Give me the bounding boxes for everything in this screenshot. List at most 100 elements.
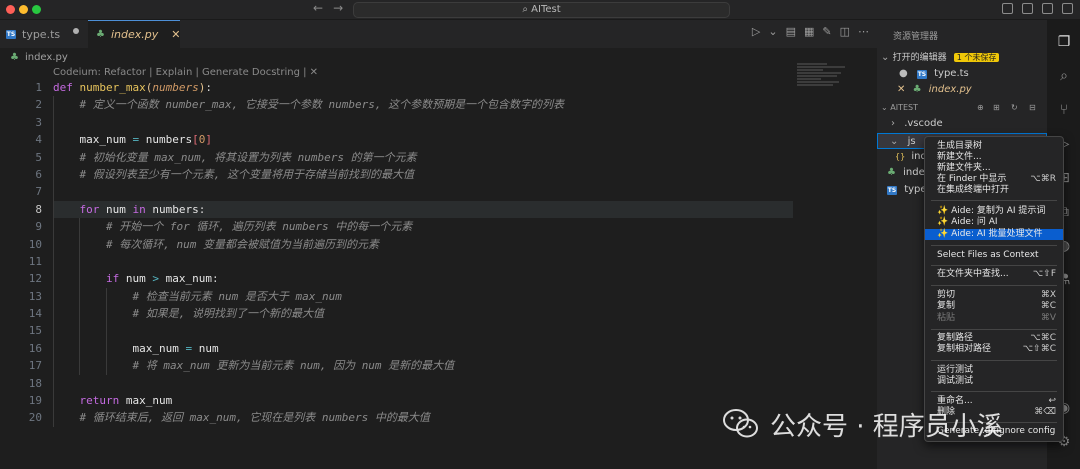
project-header[interactable]: ⌄ AITEST ⊕ ⊞ ↻ ⊟ [877,100,1047,116]
menu-item-generate-tree[interactable]: 生成目录树 [925,141,1063,152]
menu-item-debug-tests[interactable]: 调试测试 [925,376,1063,387]
code-line-3 [53,113,793,132]
tree-item-label: .vscode [904,118,943,129]
zoom-window-button[interactable] [32,5,41,14]
open-changes-icon[interactable]: ▤ [786,25,796,38]
line-number: 4 [35,133,42,147]
menu-item-copy-relative-path[interactable]: 复制相对路径 ⌥⇧⌘C [925,344,1063,355]
menu-item-copy-path[interactable]: 复制路径 ⌥⌘C [925,333,1063,344]
refresh-icon[interactable]: ↻ [1011,100,1018,116]
chevron-down-icon[interactable]: ⌄ [768,25,777,38]
comment: # 将 max_num 更新为当前元素 num, 因为 num 是新的最大值 [132,359,455,373]
chevron-down-icon: ⌄ [881,52,890,63]
comment: # 初始化变量 max_num, 将其设置为列表 numbers 的第一个元素 [79,150,417,164]
edit-icon[interactable]: ✎ [822,25,831,38]
typescript-file-icon: TS [6,29,16,39]
new-file-icon[interactable]: ⊕ [977,100,984,116]
menu-item-find-in-folder[interactable]: 在文件夹中查找... ⌥⇧F [925,269,1063,280]
preview-icon[interactable]: ▦ [804,25,814,38]
editor-actions: ▷ ⌄ ▤ ▦ ✎ ◫ ⋯ [752,25,869,38]
back-arrow-icon[interactable]: ← [313,1,333,15]
menu-shortcut: ⌥⌘R [1030,174,1056,184]
line-number-gutter: 1 2 3 4 5 6 7 8 9 10 11 12 13 14 15 16 1… [0,79,42,427]
comment: # 每次循环, num 变量都会被赋值为当前遍历到的元素 [105,237,379,251]
function-name: number_max [79,81,146,94]
bracket: ] [205,133,212,147]
toggle-primary-sidebar-icon[interactable] [1002,3,1013,14]
tab-type-ts[interactable]: TS type.ts [0,20,88,48]
line-number: 18 [28,376,42,390]
unsaved-dot-icon: ● [899,68,908,79]
menu-item-copy[interactable]: 复制 ⌘C [925,301,1063,312]
menu-item-cut[interactable]: 剪切 ⌘X [925,290,1063,301]
code-line-4: max_num = numbers[0] [53,131,793,149]
tree-item-vscode[interactable]: › .vscode [877,116,1047,132]
new-folder-icon[interactable]: ⊞ [993,100,1000,116]
tab-close-icon[interactable]: ✕ [171,28,180,41]
menu-shortcut: ⌘X [1040,290,1056,300]
menu-item-new-folder[interactable]: 新建文件夹... [925,163,1063,174]
collapse-all-icon[interactable]: ⊟ [1029,100,1036,116]
line-number: 10 [28,237,42,251]
operator: = [185,341,193,355]
forward-arrow-icon[interactable]: → [333,1,353,15]
search-icon[interactable]: ⌕ [1056,68,1072,84]
menu-shortcut: ⌥⇧F [1032,269,1056,279]
menu-item-new-file[interactable]: 新建文件... [925,152,1063,163]
menu-item-aide-batch-process[interactable]: ✨ Aide: AI 批量处理文件 [925,229,1063,240]
comment: # 如果是, 说明找到了一个新的最大值 [132,307,324,321]
source-control-icon[interactable]: ⑂ [1056,102,1072,118]
parameter: numbers [152,81,199,94]
python-file-icon: ♣ [912,84,922,95]
title-bar: ←→ ⌕ AITest [0,0,1080,20]
line-number: 5 [35,150,42,164]
menu-separator [931,329,1057,330]
variable: numbers [145,133,193,147]
more-actions-icon[interactable]: ⋯ [858,25,869,38]
split-editor-icon[interactable]: ◫ [840,25,850,38]
variable: numbers [152,202,199,216]
command-center[interactable]: ⌕ AITest [353,2,730,18]
line-number: 14 [28,307,42,321]
minimize-window-button[interactable] [19,5,28,14]
minimap[interactable] [797,63,857,123]
code-line-20: # 循环结束后, 返回 max_num, 它现在是列表 numbers 中的最大… [53,409,793,427]
toggle-secondary-sidebar-icon[interactable] [1042,3,1053,14]
variable: num [106,202,126,216]
breadcrumb-file[interactable]: index.py [25,52,68,63]
close-window-button[interactable] [6,5,15,14]
menu-item-run-tests[interactable]: 运行测试 [925,365,1063,376]
code-editor[interactable]: def number_max(numbers): # 定义一个函数 number… [53,79,793,427]
variable: num [125,272,146,286]
chevron-down-icon: ⌄ [881,103,888,112]
chevron-down-icon: ⌄ [890,136,899,147]
menu-item-paste[interactable]: 粘贴 ⌘V [925,313,1063,324]
menu-separator [931,245,1057,246]
code-line-14: # 如果是, 说明找到了一个新的最大值 [53,305,793,323]
bracket: [ [192,133,199,147]
tab-index-py[interactable]: ♣ index.py ✕ [88,20,180,48]
code-line-1: def number_max(numbers): [53,79,793,96]
open-editors-header[interactable]: ⌄ 打开的编辑器 1 个未保存 [877,50,1047,66]
menu-item-open-in-terminal[interactable]: 在集成终端中打开 [925,185,1063,196]
menu-item-label: 在集成终端中打开 [937,185,1010,195]
open-editor-type-ts[interactable]: ● TS type.ts [877,66,1047,82]
toggle-panel-icon[interactable] [1022,3,1033,14]
menu-separator [931,200,1057,201]
menu-item-label: 生成目录树 [937,141,983,151]
line-number: 13 [28,289,42,303]
explorer-files-icon[interactable]: ❐ [1056,34,1072,50]
breadcrumb: ♣ index.py [0,49,877,65]
open-editor-index-py[interactable]: ✕ ♣ index.py [877,82,1047,98]
code-line-17: # 将 max_num 更新为当前元素 num, 因为 num 是新的最大值 [53,357,793,375]
close-icon[interactable]: ✕ [897,84,905,95]
code-line-12: if num > max_num: [53,270,793,288]
menu-item-aide-ask-ai[interactable]: ✨ Aide: 问 AI [925,217,1063,228]
menu-item-aide-copy-prompt[interactable]: ✨ Aide: 复制为 AI 提示词 [925,206,1063,217]
tab-label: type.ts [22,27,61,41]
menu-item-reveal-in-finder[interactable]: 在 Finder 中显示 ⌥⌘R [925,174,1063,185]
customize-layout-icon[interactable] [1062,3,1073,14]
typescript-file-icon: TS [887,186,897,195]
run-icon[interactable]: ▷ [752,25,760,38]
menu-item-select-files-context[interactable]: Select Files as Context [925,250,1063,261]
